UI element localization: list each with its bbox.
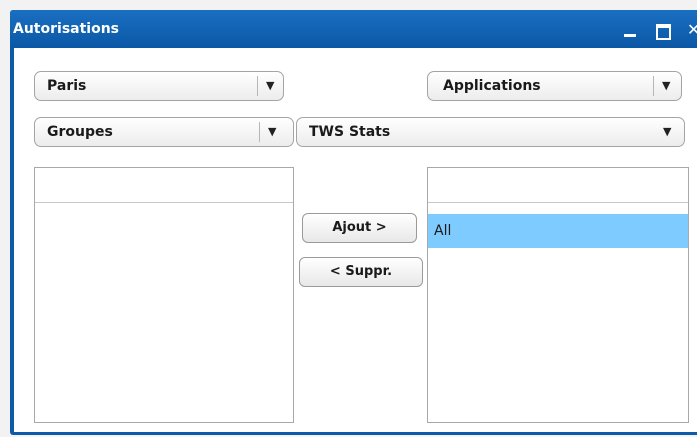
available-groups-list[interactable]: [34, 167, 294, 423]
groups-combobox[interactable]: Groupes ▼: [34, 117, 294, 147]
application-combobox-value: TWS Stats: [309, 124, 391, 140]
chevron-down-icon: ▼: [662, 79, 671, 92]
location-combobox[interactable]: Paris ▼: [34, 71, 284, 101]
chevron-down-icon: ▼: [663, 125, 672, 138]
list-item[interactable]: All: [428, 214, 688, 248]
window-content: Paris ▼ Applications ▼ Groupes ▼ TWS Sta…: [14, 48, 697, 432]
type-combobox-value: Applications: [443, 78, 541, 94]
location-combobox-value: Paris: [47, 78, 87, 94]
minimize-icon[interactable]: [624, 34, 636, 37]
remove-button[interactable]: < Suppr.: [299, 257, 423, 287]
type-combobox[interactable]: Applications ▼: [427, 71, 682, 101]
groups-combobox-value: Groupes: [47, 124, 113, 140]
window-title: Autorisations: [13, 21, 120, 37]
combobox-divider: [257, 76, 258, 96]
list-header: [35, 168, 293, 203]
authorized-list[interactable]: All: [427, 167, 689, 423]
autorisations-window: Autorisations ✕ Paris ▼ Applications ▼ G…: [10, 10, 697, 435]
maximize-icon[interactable]: [656, 24, 671, 40]
list-header: [428, 168, 688, 203]
add-button[interactable]: Ajout >: [302, 213, 417, 243]
title-bar[interactable]: Autorisations ✕: [10, 10, 697, 48]
combobox-divider: [259, 122, 260, 142]
close-icon[interactable]: ✕: [687, 20, 697, 39]
chevron-down-icon: ▼: [268, 125, 277, 138]
chevron-down-icon: ▼: [266, 79, 275, 92]
combobox-divider: [653, 76, 654, 96]
application-combobox[interactable]: TWS Stats ▼: [296, 117, 685, 147]
list-item-label: All: [434, 223, 452, 239]
